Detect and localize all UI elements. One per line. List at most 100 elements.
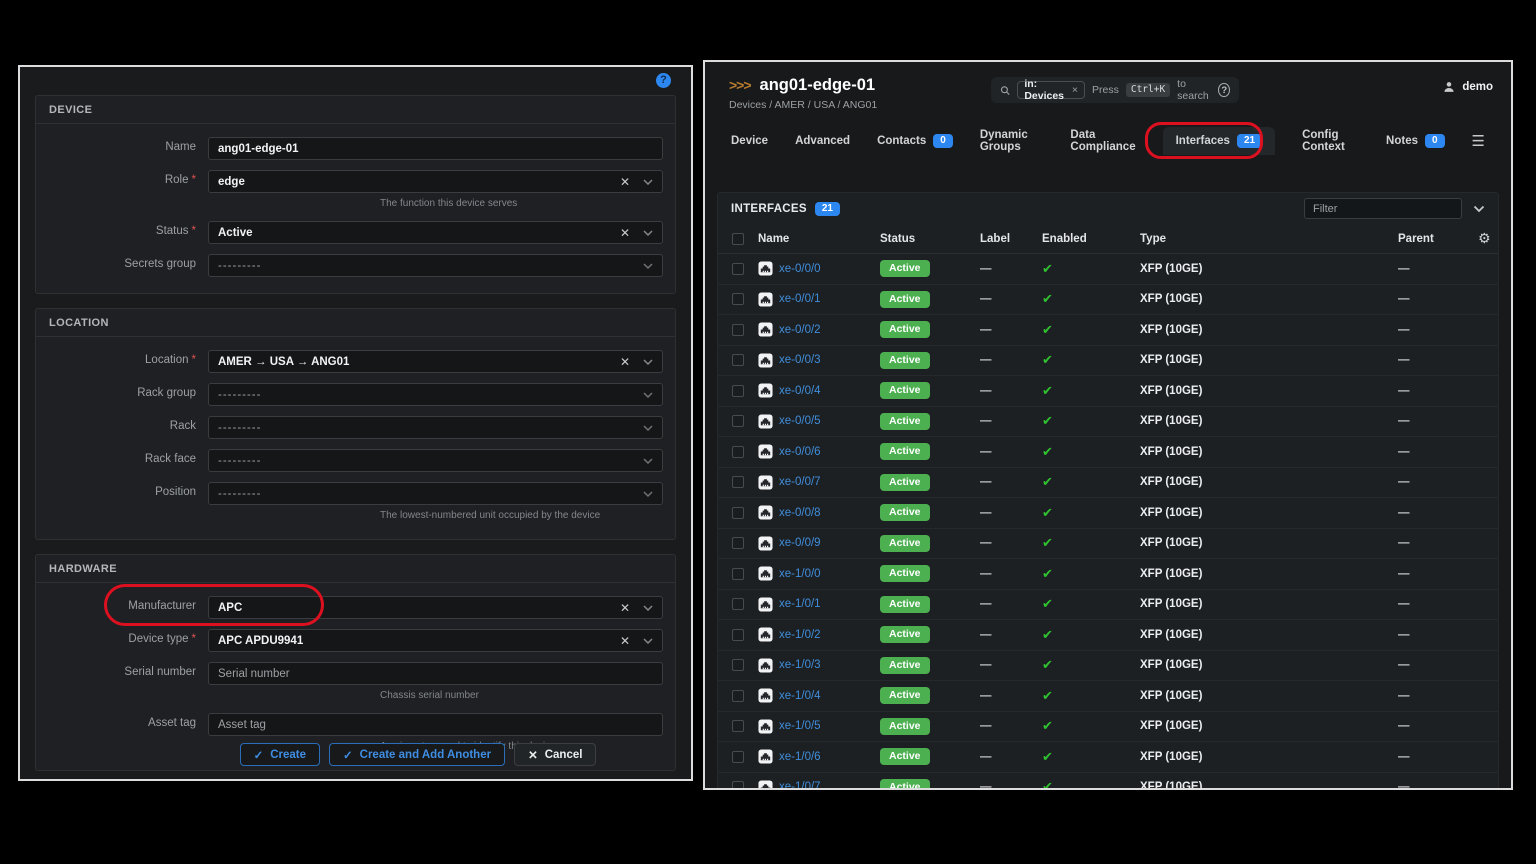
field-select[interactable]: ---------: [208, 449, 663, 472]
interface-link[interactable]: xe-1/0/0: [779, 568, 821, 580]
field-select[interactable]: Active✕: [208, 221, 663, 244]
interface-link[interactable]: xe-0/0/4: [779, 385, 821, 397]
interface-link[interactable]: xe-0/0/3: [779, 354, 821, 366]
column-header-status[interactable]: Status: [880, 233, 980, 245]
table-row: xe-0/0/4Active—✔XFP (10GE)—: [718, 376, 1498, 407]
interface-link[interactable]: xe-0/0/1: [779, 293, 821, 305]
row-checkbox[interactable]: [732, 629, 744, 641]
field-select[interactable]: edge✕: [208, 170, 663, 193]
search-help-icon[interactable]: ?: [1218, 83, 1230, 97]
clear-icon[interactable]: ✕: [620, 635, 630, 647]
interface-link[interactable]: xe-1/0/2: [779, 629, 821, 641]
row-checkbox[interactable]: [732, 446, 744, 458]
column-header-parent[interactable]: Parent: [1398, 233, 1478, 245]
cell-label: —: [980, 263, 1042, 275]
help-icon[interactable]: ?: [656, 73, 671, 88]
form-section-device: DEVICENameang01-edge-01Role*edge✕The fun…: [35, 95, 676, 294]
chevron-down-icon[interactable]: [643, 263, 653, 269]
chip-close-icon[interactable]: ×: [1072, 84, 1078, 96]
interface-link[interactable]: xe-0/0/2: [779, 324, 821, 336]
row-checkbox[interactable]: [732, 751, 744, 763]
table-row: xe-0/0/7Active—✔XFP (10GE)—: [718, 468, 1498, 499]
interface-link[interactable]: xe-1/0/7: [779, 781, 821, 788]
interface-link[interactable]: xe-0/0/7: [779, 476, 821, 488]
user-menu[interactable]: demo: [1442, 80, 1493, 94]
select-all-checkbox[interactable]: [732, 233, 744, 245]
chevron-down-icon[interactable]: [643, 179, 653, 185]
field-select[interactable]: ---------: [208, 254, 663, 277]
chevron-down-icon[interactable]: [643, 425, 653, 431]
interface-link[interactable]: xe-1/0/4: [779, 690, 821, 702]
field-select[interactable]: APC APDU9941✕: [208, 629, 663, 652]
row-checkbox[interactable]: [732, 568, 744, 580]
clear-icon[interactable]: ✕: [620, 176, 630, 188]
row-checkbox[interactable]: [732, 720, 744, 732]
clear-icon[interactable]: ✕: [620, 602, 630, 614]
interface-link[interactable]: xe-1/0/6: [779, 751, 821, 763]
tab-device[interactable]: Device: [731, 128, 768, 154]
row-checkbox[interactable]: [732, 263, 744, 275]
tab-interfaces[interactable]: Interfaces21: [1163, 127, 1275, 155]
interface-link[interactable]: xe-1/0/5: [779, 720, 821, 732]
tab-dynamic-groups[interactable]: Dynamic Groups: [980, 122, 1044, 160]
row-checkbox[interactable]: [732, 690, 744, 702]
clear-icon[interactable]: ✕: [620, 227, 630, 239]
interfaces-card-header: INTERFACES 21 Filter: [718, 193, 1498, 224]
field-select[interactable]: APC✕: [208, 596, 663, 619]
row-checkbox[interactable]: [732, 415, 744, 427]
global-search-bar[interactable]: in: Devices × Press Ctrl+K to search ?: [991, 77, 1239, 103]
interface-link[interactable]: xe-0/0/0: [779, 263, 821, 275]
chevron-down-icon[interactable]: [643, 392, 653, 398]
chevron-down-icon[interactable]: [643, 458, 653, 464]
chevron-down-icon[interactable]: [643, 638, 653, 644]
table-settings-gear-icon[interactable]: ⚙: [1478, 230, 1499, 247]
row-checkbox[interactable]: [732, 293, 744, 305]
field-input[interactable]: ang01-edge-01: [208, 137, 663, 160]
column-header-name[interactable]: Name: [758, 233, 880, 245]
interface-link[interactable]: xe-1/0/3: [779, 659, 821, 671]
cell-parent: —: [1398, 354, 1478, 366]
row-checkbox[interactable]: [732, 385, 744, 397]
chevron-down-icon[interactable]: [643, 359, 653, 365]
column-header-type[interactable]: Type: [1140, 233, 1398, 245]
row-checkbox[interactable]: [732, 507, 744, 519]
field-input[interactable]: Serial number: [208, 662, 663, 685]
row-checkbox[interactable]: [732, 324, 744, 336]
field-select[interactable]: ---------: [208, 416, 663, 439]
interface-link[interactable]: xe-0/0/8: [779, 507, 821, 519]
row-checkbox[interactable]: [732, 781, 744, 788]
hamburger-menu-icon[interactable]: ☰: [1472, 132, 1485, 150]
cell-parent: —: [1398, 751, 1478, 763]
interface-link[interactable]: xe-0/0/5: [779, 415, 821, 427]
column-header-enabled[interactable]: Enabled: [1042, 233, 1140, 245]
row-checkbox[interactable]: [732, 537, 744, 549]
cancel-button[interactable]: ✕Cancel: [514, 743, 596, 766]
field-select[interactable]: AMER → USA → ANG01✕: [208, 350, 663, 373]
create-button[interactable]: ✓Create: [240, 743, 320, 766]
interface-link[interactable]: xe-0/0/6: [779, 446, 821, 458]
chevron-down-icon[interactable]: [1473, 205, 1485, 213]
column-header-label[interactable]: Label: [980, 233, 1042, 245]
tab-data-compliance[interactable]: Data Compliance: [1070, 122, 1135, 160]
tab-notes[interactable]: Notes0: [1386, 127, 1445, 155]
interface-link[interactable]: xe-0/0/9: [779, 537, 821, 549]
section-title: DEVICE: [36, 96, 675, 124]
clear-icon[interactable]: ✕: [620, 356, 630, 368]
tab-contacts[interactable]: Contacts0: [877, 127, 953, 155]
create-and-add-another-button[interactable]: ✓Create and Add Another: [329, 743, 505, 766]
row-checkbox[interactable]: [732, 659, 744, 671]
tab-advanced[interactable]: Advanced: [795, 128, 850, 154]
row-checkbox[interactable]: [732, 354, 744, 366]
chevron-down-icon[interactable]: [643, 605, 653, 611]
interface-link[interactable]: xe-1/0/1: [779, 598, 821, 610]
chevron-down-icon[interactable]: [643, 230, 653, 236]
row-checkbox[interactable]: [732, 598, 744, 610]
chevron-down-icon[interactable]: [643, 491, 653, 497]
field-input[interactable]: Asset tag: [208, 713, 663, 736]
row-checkbox[interactable]: [732, 476, 744, 488]
tab-config-context[interactable]: Config Context: [1302, 122, 1359, 160]
search-scope-chip[interactable]: in: Devices ×: [1017, 81, 1085, 99]
field-select[interactable]: ---------: [208, 482, 663, 505]
filter-input[interactable]: Filter: [1304, 198, 1462, 219]
field-select[interactable]: ---------: [208, 383, 663, 406]
